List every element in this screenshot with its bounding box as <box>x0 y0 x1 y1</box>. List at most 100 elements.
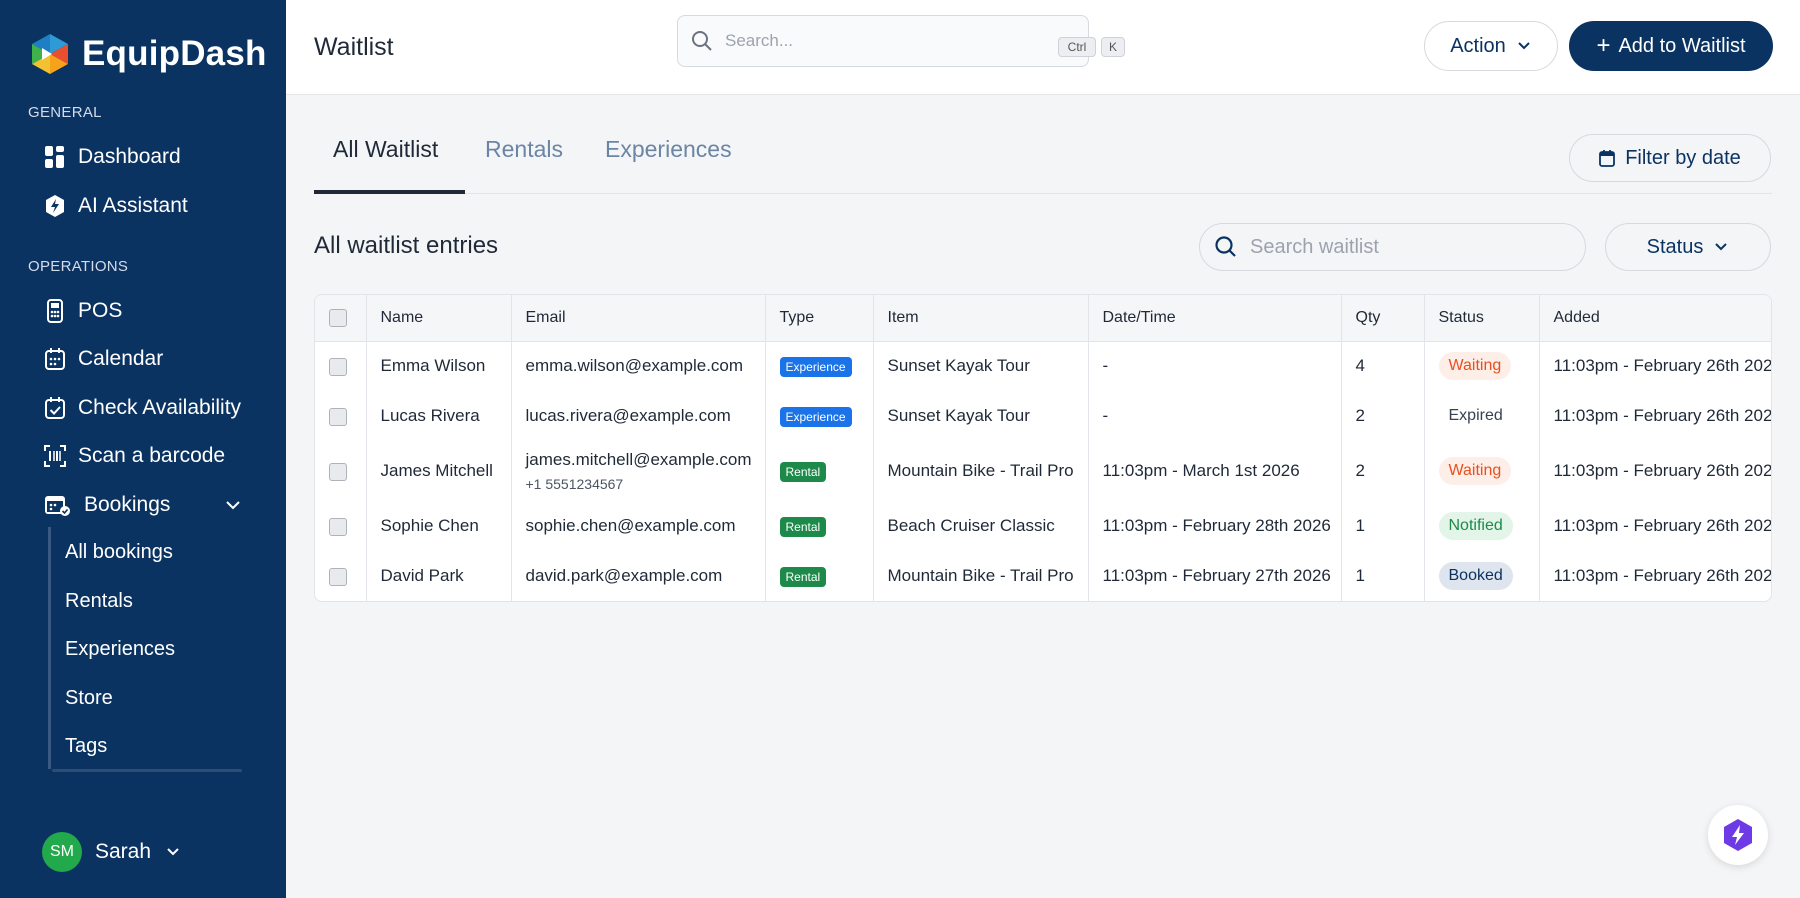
tab-rentals[interactable]: Rentals <box>485 136 563 163</box>
sidebar-item-scan-barcode[interactable]: Scan a barcode <box>44 439 225 473</box>
row-select-cell <box>315 341 367 391</box>
column-header-type[interactable]: Type <box>765 295 874 342</box>
column-header-email[interactable]: Email <box>511 295 766 342</box>
type-badge: Experience <box>779 356 852 377</box>
table-row[interactable]: Sophie Chen sophie.chen@example.com Rent… <box>315 501 1771 551</box>
sidebar-item-pos[interactable]: POS <box>44 294 122 328</box>
type-badge: Experience <box>779 406 852 427</box>
type-badge: Rental <box>779 516 827 537</box>
sidebar-item-label: Scan a barcode <box>78 444 226 467</box>
row-checkbox[interactable] <box>329 567 347 586</box>
sidebar-subitem-experiences[interactable]: Experiences <box>65 638 175 661</box>
calendar-icon <box>1599 150 1616 167</box>
column-header-status[interactable]: Status <box>1424 295 1540 342</box>
type-badge: Rental <box>779 461 827 482</box>
row-select-cell <box>315 391 367 441</box>
cell-qty: 4 <box>1341 341 1425 391</box>
sidebar-subitem-tags[interactable]: Tags <box>65 735 107 758</box>
status-filter-button[interactable]: Status <box>1605 223 1771 271</box>
cell-qty: 1 <box>1341 551 1425 601</box>
row-select-cell <box>315 501 367 551</box>
ai-bolt-icon <box>1724 819 1752 851</box>
global-search[interactable]: Ctrl K <box>677 15 1125 67</box>
row-checkbox[interactable] <box>329 517 347 536</box>
email-text: emma.wilson@example.com <box>525 356 744 376</box>
sidebar-subitem-store[interactable]: Store <box>65 687 113 710</box>
cell-name: Lucas Rivera <box>366 391 512 441</box>
cell-added: 11:03pm - February 26th 2026 <box>1539 441 1771 501</box>
table-row[interactable]: Emma Wilson emma.wilson@example.com Expe… <box>315 341 1771 391</box>
column-header-added[interactable]: Added <box>1539 295 1771 342</box>
column-header-item[interactable]: Item <box>873 295 1089 342</box>
column-header-datetime[interactable]: Date/Time <box>1088 295 1342 342</box>
cell-email: david.park@example.com <box>511 551 766 601</box>
chevron-down-icon <box>167 848 179 856</box>
table-row[interactable]: Lucas Rivera lucas.rivera@example.com Ex… <box>315 391 1771 441</box>
table-row[interactable]: David Park david.park@example.com Rental… <box>315 551 1771 601</box>
filter-label: Filter by date <box>1625 146 1741 169</box>
select-all-checkbox[interactable] <box>329 308 347 327</box>
app-logo[interactable]: EquipDash <box>28 32 267 76</box>
chevron-down-icon[interactable] <box>224 496 242 514</box>
column-header-qty[interactable]: Qty <box>1341 295 1425 342</box>
cell-datetime: - <box>1088 391 1342 441</box>
sidebar-item-label: AI Assistant <box>78 194 188 217</box>
cell-name: David Park <box>366 551 512 601</box>
status-badge: Expired <box>1448 407 1503 424</box>
ai-assistant-fab[interactable] <box>1708 805 1768 865</box>
filter-by-date-button[interactable]: Filter by date <box>1569 134 1771 182</box>
search-waitlist-input[interactable] <box>1250 235 1550 259</box>
equipdash-logo-icon <box>32 34 68 74</box>
cell-email: james.mitchell@example.com +1 5551234567 <box>511 441 766 501</box>
sidebar-scroll-indicator <box>52 769 242 772</box>
sidebar-item-label: Calendar <box>78 347 164 370</box>
cell-item: Mountain Bike - Trail Pro <box>873 551 1089 601</box>
cell-datetime: 11:03pm - February 28th 2026 <box>1088 501 1342 551</box>
tab-all-waitlist[interactable]: All Waitlist <box>333 136 438 163</box>
ai-bolt-icon <box>44 193 66 219</box>
action-label: Action <box>1450 34 1506 57</box>
cell-status: Waiting <box>1424 341 1540 391</box>
cell-name: Emma Wilson <box>366 341 512 391</box>
table-row[interactable]: James Mitchell james.mitchell@example.co… <box>315 441 1771 501</box>
cell-status: Notified <box>1424 501 1540 551</box>
tab-experiences[interactable]: Experiences <box>605 136 732 163</box>
search-input[interactable] <box>725 31 1025 51</box>
row-checkbox[interactable] <box>329 357 347 376</box>
cell-status: Expired <box>1424 391 1540 441</box>
kbd-k: K <box>1101 37 1125 57</box>
sidebar-item-bookings[interactable]: Bookings <box>44 488 170 522</box>
sidebar-subitem-rentals[interactable]: Rentals <box>65 590 133 613</box>
cell-item: Sunset Kayak Tour <box>873 341 1089 391</box>
sidebar-subitem-all-bookings[interactable]: All bookings <box>65 541 173 564</box>
sidebar-item-dashboard[interactable]: Dashboard <box>44 140 181 174</box>
calendar-check-icon <box>44 395 66 421</box>
add-to-waitlist-button[interactable]: + Add to Waitlist <box>1569 21 1773 71</box>
row-checkbox[interactable] <box>329 462 347 481</box>
sidebar-item-ai-assistant[interactable]: AI Assistant <box>44 189 188 223</box>
column-header-name[interactable]: Name <box>366 295 512 342</box>
cell-qty: 1 <box>1341 501 1425 551</box>
cell-type: Rental <box>765 551 874 601</box>
user-menu[interactable]: SM Sarah <box>42 832 181 872</box>
cell-qty: 2 <box>1341 391 1425 441</box>
status-badge: Notified <box>1438 512 1513 540</box>
pos-terminal-icon <box>44 298 66 324</box>
cell-added: 11:03pm - February 26th 2026 <box>1539 341 1771 391</box>
waitlist-search[interactable] <box>1199 223 1586 271</box>
cell-status: Waiting <box>1424 441 1540 501</box>
sidebar-item-calendar[interactable]: Calendar <box>44 342 163 376</box>
cell-item: Beach Cruiser Classic <box>873 501 1089 551</box>
action-dropdown-button[interactable]: Action <box>1424 21 1558 71</box>
avatar: SM <box>42 832 82 872</box>
user-name: Sarah <box>95 840 152 863</box>
cell-email: sophie.chen@example.com <box>511 501 766 551</box>
cell-type: Rental <box>765 441 874 501</box>
cell-added: 11:03pm - February 26th 2026 <box>1539 551 1771 601</box>
submenu-guide-line <box>48 527 51 769</box>
status-badge: Waiting <box>1438 352 1512 381</box>
sidebar-item-check-availability[interactable]: Check Availability <box>44 391 241 425</box>
calendar-icon <box>44 346 66 372</box>
row-checkbox[interactable] <box>329 407 347 426</box>
cell-item: Sunset Kayak Tour <box>873 391 1089 441</box>
